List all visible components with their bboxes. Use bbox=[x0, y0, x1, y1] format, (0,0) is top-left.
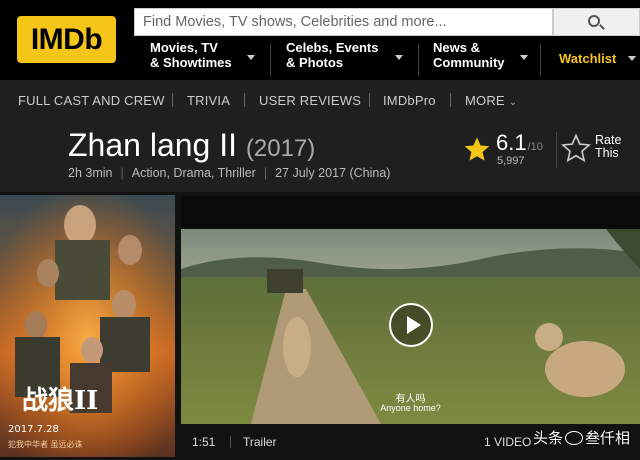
nav-divider bbox=[270, 44, 271, 76]
nav-divider bbox=[418, 44, 419, 76]
trailer-player[interactable]: 有人吗 Anyone home? 1:51 Trailer 1 VIDEO bbox=[181, 196, 640, 458]
nav-divider bbox=[540, 44, 541, 76]
title-meta: 2h 3min | Action, Drama, Thriller | 27 July … bbox=[68, 166, 390, 180]
subnav-trivia[interactable]: TRIVIA bbox=[187, 93, 230, 108]
poster-title-cn: 战狼II bbox=[22, 385, 98, 416]
subnav-more-label: MORE bbox=[465, 93, 505, 108]
search-button[interactable] bbox=[553, 8, 640, 36]
watermark-left: 头条 bbox=[533, 430, 564, 447]
movie-name: Zhan lang II bbox=[68, 127, 237, 163]
release-date[interactable]: 27 July 2017 (China) bbox=[275, 166, 390, 180]
runtime: 2h 3min bbox=[68, 166, 113, 180]
subnav-divider bbox=[244, 93, 245, 107]
play-button[interactable] bbox=[389, 303, 433, 347]
watermark-right: 叁仟相 bbox=[585, 430, 631, 447]
star-outline-icon[interactable] bbox=[561, 133, 591, 163]
title-subnav: FULL CAST AND CREW TRIVIA USER REVIEWS I… bbox=[0, 80, 640, 122]
chevron-double-down-icon: ⌄ bbox=[508, 97, 518, 108]
meta-separator: | bbox=[120, 166, 124, 180]
vote-count[interactable]: 5,997 bbox=[497, 155, 525, 167]
title-overview: Zhan lang II (2017) 2h 3min | Action, Dram… bbox=[0, 122, 640, 192]
nav-label: News & Community bbox=[433, 40, 505, 70]
nav-news-community[interactable]: News & Community bbox=[433, 40, 533, 78]
rating-value: 6.1/10 bbox=[496, 130, 543, 156]
watchlist-label: Watchlist bbox=[559, 51, 617, 66]
genres[interactable]: Action, Drama, Thriller bbox=[132, 166, 256, 180]
poster-image: 战狼II 2017.7.28 犯我中华者 虽远必诛 bbox=[0, 195, 175, 457]
caret-down-icon bbox=[520, 55, 528, 60]
subnav-divider bbox=[450, 93, 451, 107]
video-divider bbox=[230, 436, 231, 448]
caret-down-icon bbox=[628, 56, 636, 61]
video-type: Trailer bbox=[243, 435, 277, 449]
page-title: Zhan lang II (2017) bbox=[68, 127, 315, 164]
rating-scale: /10 bbox=[527, 141, 543, 153]
movie-year[interactable]: (2017) bbox=[246, 135, 315, 162]
rating-divider bbox=[556, 132, 557, 168]
star-filled-icon bbox=[464, 137, 490, 161]
nav-movies-tv-showtimes[interactable]: Movies, TV & Showtimes bbox=[150, 40, 265, 78]
subnav-user-reviews[interactable]: USER REVIEWS bbox=[259, 93, 361, 108]
rating-number: 6.1 bbox=[496, 130, 527, 155]
video-duration: 1:51 bbox=[192, 435, 216, 449]
subnav-more[interactable]: MORE ⌄ bbox=[465, 93, 517, 108]
caret-down-icon bbox=[395, 55, 403, 60]
poster-date: 2017.7.28 bbox=[8, 424, 59, 435]
watchlist-menu[interactable]: Watchlist bbox=[559, 51, 636, 66]
caret-down-icon bbox=[247, 55, 255, 60]
nav-label: Celebs, Events & Photos bbox=[286, 40, 379, 70]
video-count-link[interactable]: 1 VIDEO bbox=[484, 435, 531, 449]
meta-separator: | bbox=[263, 166, 268, 180]
subnav-imdbpro[interactable]: IMDbPro bbox=[383, 93, 436, 108]
search-icon bbox=[588, 15, 600, 27]
search-input[interactable]: Find Movies, TV shows, Celebrities and m… bbox=[134, 8, 553, 36]
subnav-full-cast[interactable]: FULL CAST AND CREW bbox=[18, 93, 165, 108]
nav-celebs-events-photos[interactable]: Celebs, Events & Photos bbox=[286, 40, 411, 78]
watermark: 头条 叁仟相 bbox=[533, 427, 638, 449]
top-navbar: IMDb Find Movies, TV shows, Celebrities … bbox=[0, 0, 640, 80]
movie-poster[interactable]: 战狼II 2017.7.28 犯我中华者 虽远必诛 bbox=[0, 195, 175, 457]
subtitle-en: Anyone home? bbox=[380, 403, 441, 413]
rate-this-button[interactable]: Rate This bbox=[595, 134, 621, 160]
subnav-divider bbox=[369, 93, 370, 107]
watermark-icon bbox=[565, 431, 584, 445]
subnav-divider bbox=[172, 93, 173, 107]
imdb-logo[interactable]: IMDb bbox=[17, 16, 116, 63]
poster-slogan: 犯我中华者 虽远必诛 bbox=[8, 439, 83, 449]
